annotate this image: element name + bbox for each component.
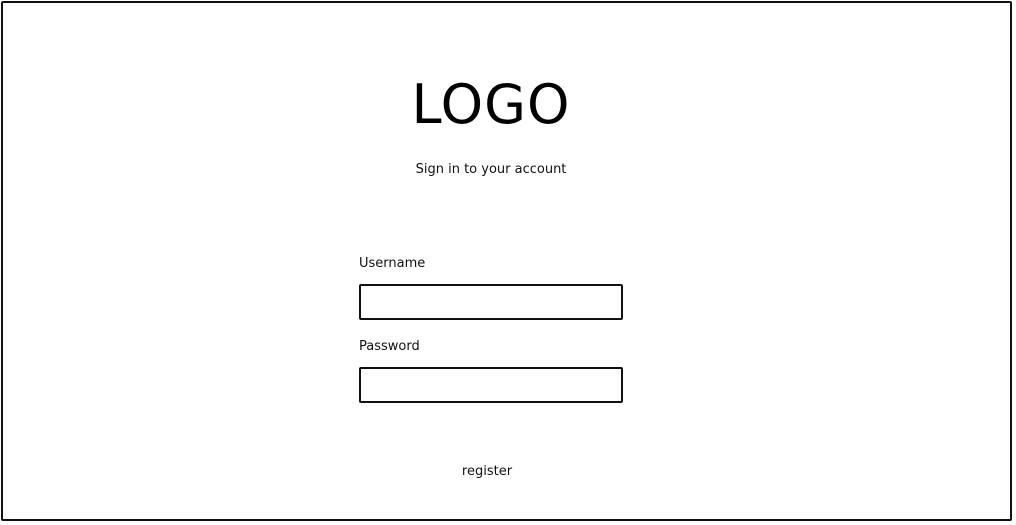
password-label: Password — [359, 339, 420, 354]
logo: LOGO — [411, 73, 571, 136]
register-link[interactable]: register — [437, 463, 537, 481]
sign-in-subtitle: Sign in to your account — [415, 162, 567, 177]
username-input[interactable] — [359, 284, 623, 320]
login-window: LOGO Sign in to your account Username Pa… — [1, 1, 1012, 521]
username-label: Username — [359, 256, 426, 271]
password-input[interactable] — [359, 367, 623, 403]
